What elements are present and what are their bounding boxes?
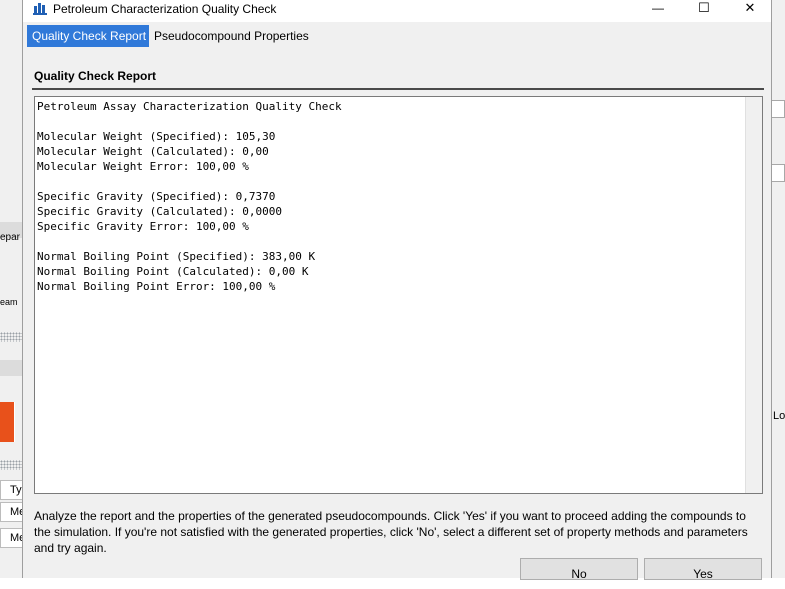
- section-divider: [32, 88, 764, 90]
- report-textbox[interactable]: Petroleum Assay Characterization Quality…: [34, 96, 763, 494]
- section-title: Quality Check Report: [34, 69, 157, 83]
- bg-toolbar-strip-2: [0, 360, 24, 376]
- maximize-icon: ☐: [698, 0, 710, 15]
- report-text: Petroleum Assay Characterization Quality…: [37, 100, 342, 293]
- dialog-body: Quality Check Report Pseudocompound Prop…: [23, 22, 771, 581]
- bg-cell-type: Ty: [0, 480, 24, 500]
- bg-fragment-separator: epar: [0, 232, 21, 243]
- tab-pseudocompound-properties[interactable]: Pseudocompound Properties: [149, 25, 314, 47]
- no-button[interactable]: No: [520, 558, 638, 581]
- background-app-right: Lo: [770, 0, 785, 578]
- close-icon: ✕: [744, 0, 756, 15]
- tab-quality-check-report[interactable]: Quality Check Report: [27, 25, 149, 47]
- bg-dotted-strip-2: [0, 460, 24, 470]
- bg-cell-me-1: Me: [0, 502, 24, 522]
- quality-check-dialog: Petroleum Characterization Quality Check…: [22, 0, 772, 581]
- yes-button[interactable]: Yes: [644, 558, 762, 581]
- maximize-button[interactable]: ☐: [681, 0, 727, 22]
- bg-red-block: [0, 402, 15, 442]
- bg-fragment-stream: eam: [0, 297, 18, 307]
- bg-right-box: [771, 100, 785, 118]
- bg-right-box-2: [771, 164, 785, 182]
- background-app-left: epar eam Ty Me Me: [0, 0, 24, 578]
- app-icon: [33, 3, 47, 15]
- bg-cell-me-2: Me: [0, 528, 24, 548]
- bg-dotted-strip: [0, 332, 24, 342]
- report-scrollbar[interactable]: [745, 97, 762, 493]
- minimize-button[interactable]: —: [635, 0, 681, 22]
- close-button[interactable]: ✕: [727, 0, 773, 22]
- minimize-icon: —: [652, 1, 664, 15]
- bg-fragment-lo: Lo: [773, 410, 785, 422]
- title-bar[interactable]: Petroleum Characterization Quality Check…: [23, 0, 771, 22]
- instructions-text: Analyze the report and the properties of…: [34, 509, 748, 555]
- window-title: Petroleum Characterization Quality Check: [53, 2, 277, 16]
